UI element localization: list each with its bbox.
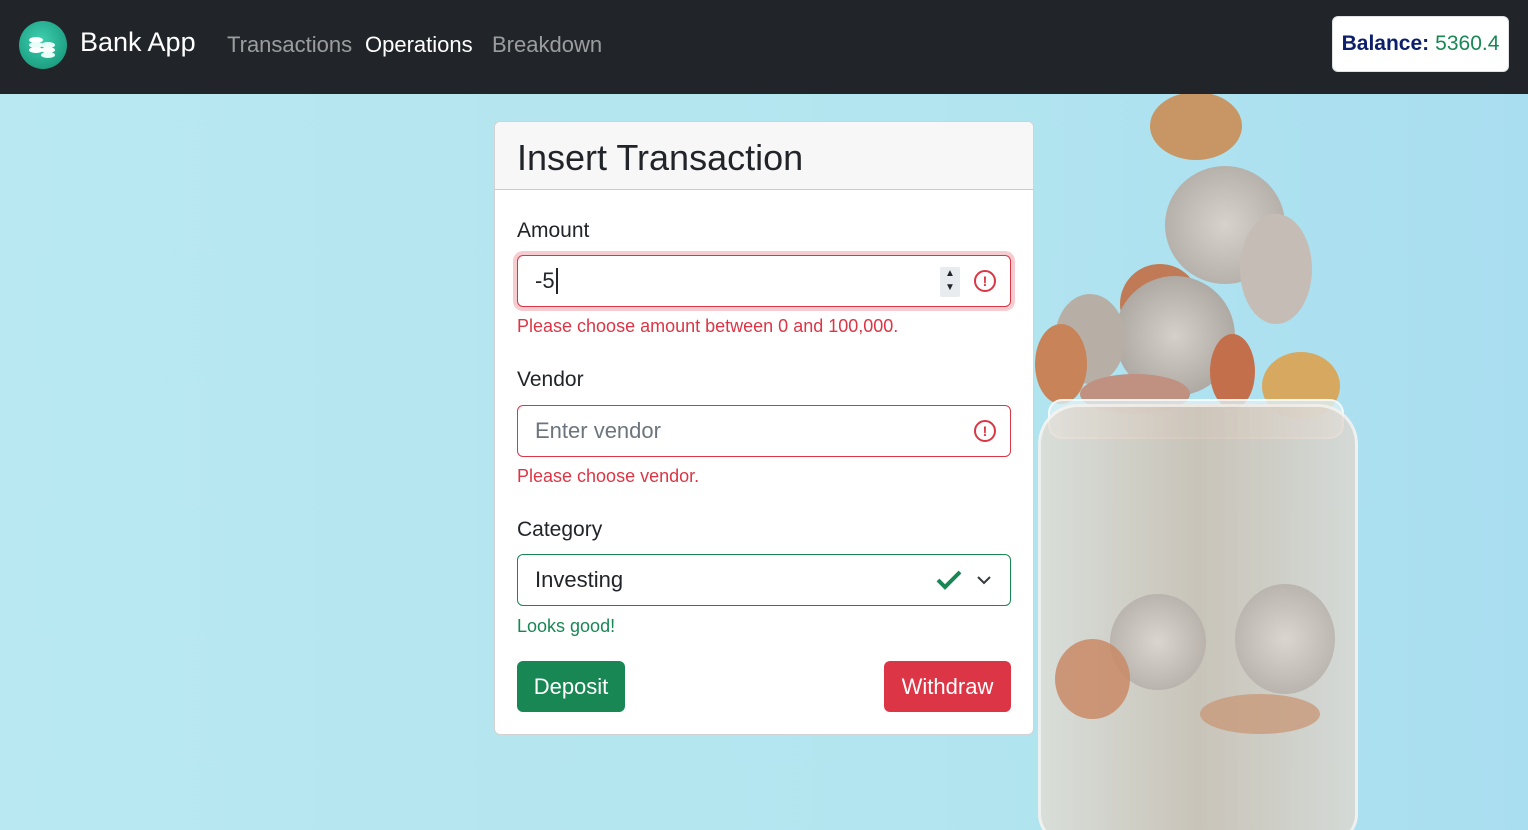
spinner-down-icon[interactable]: ▼ <box>940 281 960 295</box>
balance-value: 5360.4 <box>1435 32 1500 55</box>
balance-label: Balance: <box>1341 32 1430 55</box>
check-icon <box>936 570 962 590</box>
deposit-button[interactable]: Deposit <box>517 661 625 712</box>
error-icon: ! <box>974 270 996 292</box>
amount-value: -5 <box>535 268 555 293</box>
nav-operations[interactable]: Operations <box>365 31 473 59</box>
amount-input[interactable]: -5 ▲ ▼ ! <box>517 255 1011 307</box>
text-caret <box>555 268 558 294</box>
category-selected-value: Investing <box>535 567 624 592</box>
vendor-label: Vendor <box>517 368 584 391</box>
navbar: Bank App Transactions Operations Breakdo… <box>0 0 1528 94</box>
coins-logo-icon[interactable] <box>19 21 67 69</box>
vendor-placeholder: Enter vendor <box>535 418 661 443</box>
nav-transactions[interactable]: Transactions <box>227 31 352 59</box>
amount-error: Please choose amount between 0 and 100,0… <box>517 316 899 336</box>
error-icon: ! <box>974 420 996 442</box>
spinner-up-icon[interactable]: ▲ <box>940 267 960 281</box>
card-title: Insert Transaction <box>517 137 804 178</box>
chevron-down-icon <box>977 576 991 585</box>
amount-label: Amount <box>517 219 590 242</box>
balance-display: Balance: 5360.4 <box>1332 16 1509 72</box>
vendor-error: Please choose vendor. <box>517 466 700 486</box>
category-label: Category <box>517 518 603 541</box>
withdraw-button[interactable]: Withdraw <box>884 661 1011 712</box>
number-spinner[interactable]: ▲ ▼ <box>940 267 960 297</box>
card-header: Insert Transaction <box>495 122 1033 190</box>
category-valid-message: Looks good! <box>517 616 616 636</box>
category-select[interactable]: Investing <box>517 554 1011 606</box>
nav-breakdown[interactable]: Breakdown <box>492 31 602 59</box>
insert-transaction-card: Insert Transaction Amount -5 ▲ ▼ ! Pleas… <box>494 121 1034 735</box>
brand-name[interactable]: Bank App <box>80 26 196 58</box>
vendor-input[interactable]: Enter vendor ! <box>517 405 1011 457</box>
